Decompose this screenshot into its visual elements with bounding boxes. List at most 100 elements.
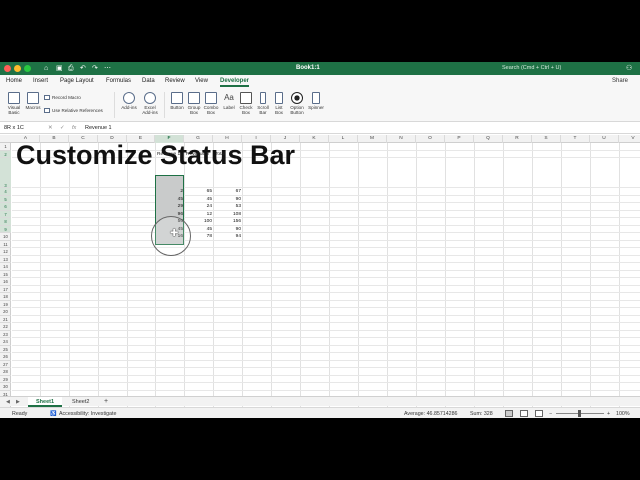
row-header-19[interactable]: 19 [0,301,11,308]
list-box-control[interactable]: List Box [272,92,286,115]
tab-developer[interactable]: Developer [220,78,250,87]
row-header-18[interactable]: 18 [0,293,11,301]
tab-data[interactable]: Data [142,78,155,84]
page-layout-view-button[interactable] [520,410,528,417]
row-header-11[interactable]: 11 [0,241,11,248]
row-header-16[interactable]: 16 [0,278,11,286]
excel-add-ins-button[interactable]: Excel Add-ins [140,92,160,115]
row-header-7[interactable]: 7 [0,210,11,218]
tab-home[interactable]: Home [6,78,22,84]
zoom-out-button[interactable]: − [549,411,552,417]
row-header-14[interactable]: 14 [0,263,11,271]
people-icon[interactable]: ⚇ [626,64,632,72]
redo-icon[interactable]: ↷ [92,64,98,73]
zoom-level[interactable]: 100% [616,411,630,417]
header-cell-revenue-2[interactable]: Revenue 2 [186,152,214,158]
undo-icon[interactable]: ↶ [80,64,86,73]
column-header-k[interactable]: K [300,135,329,143]
row-header-8[interactable]: 8 [0,218,11,226]
normal-view-button[interactable] [505,410,513,417]
row-header-17[interactable]: 17 [0,286,11,293]
status-bar[interactable]: Ready ♿ Accessibility: Investigate Avera… [0,407,640,418]
zoom-slider-thumb[interactable] [578,410,581,417]
accessibility-status[interactable]: Accessibility: Investigate [59,411,116,417]
enter-icon[interactable]: ✓ [60,125,65,131]
row-header-10[interactable]: 10 [0,233,11,241]
revenue-2-cell[interactable]: 12 [184,212,212,218]
visual-basic-button[interactable]: Visual Basic [4,92,24,115]
tab-formulas[interactable]: Formulas [106,78,131,84]
row-header-25[interactable]: 25 [0,346,11,353]
column-header-q[interactable]: Q [474,135,503,143]
revenue-2-cell[interactable]: 24 [184,204,212,210]
column-header-u[interactable]: U [590,135,619,143]
worksheet-grid[interactable]: ABCDEFGHIJKLMNOPQRSTUV 1 2 3 4 5 6 7 8 9 10 11 12 13… [0,135,640,418]
row-header-28[interactable]: 28 [0,368,11,376]
column-header-n[interactable]: N [387,135,416,143]
label-control[interactable]: Aa Label [221,92,237,110]
group-box-control[interactable]: Group Box [186,92,202,115]
revenue-2-cell[interactable]: 65 [184,189,212,195]
column-header-p[interactable]: P [445,135,474,143]
button-control[interactable]: Button [168,92,186,110]
next-sheet-icon[interactable]: ▶ [16,399,20,405]
search-box[interactable]: Search (Cmd + Ctrl + U) [502,65,561,71]
more-icon[interactable]: ⋯ [104,64,111,73]
row-header-15[interactable]: 15 [0,271,11,278]
tab-insert[interactable]: Insert [33,78,48,84]
total-cell[interactable]: 90 [213,227,241,233]
row-header-5[interactable]: 5 [0,195,11,203]
revenue-2-cell[interactable]: 100 [184,219,212,225]
revenue-2-cell[interactable]: 45 [184,197,212,203]
sheet-tab-sheet2[interactable]: Sheet2 [64,397,97,407]
cancel-icon[interactable]: ✕ [48,125,53,131]
record-macro-button[interactable]: Record Macro [44,95,81,101]
row-header-27[interactable]: 27 [0,361,11,368]
minimize-window-button[interactable] [14,65,21,72]
row-header-1[interactable]: 1 [0,143,11,151]
save-icon[interactable]: ▣ [56,64,63,73]
insert-function-icon[interactable]: fx [72,125,76,131]
check-box-control[interactable]: Check Box [238,92,254,115]
formula-input[interactable]: Revenue 1 [85,125,112,131]
revenue-1-cell[interactable]: 29 [155,204,183,210]
tab-review[interactable]: Review [165,78,185,84]
page-break-view-button[interactable] [535,410,543,417]
spinner-control[interactable]: Spinner [307,92,325,110]
row-header-29[interactable]: 29 [0,376,11,383]
tab-page-layout[interactable]: Page Layout [60,78,94,84]
total-cell[interactable]: 67 [213,189,241,195]
revenue-1-cell[interactable]: 45 [155,197,183,203]
relative-references-button[interactable]: Use Relative References [44,108,103,114]
total-cell[interactable]: 94 [213,234,241,240]
zoom-in-button[interactable]: + [607,411,610,417]
row-header-26[interactable]: 26 [0,353,11,361]
column-header-r[interactable]: R [503,135,532,143]
row-header-6[interactable]: 6 [0,203,11,211]
header-cell-revenue-1[interactable]: Revenue 1 [157,152,185,158]
tab-view[interactable]: View [195,78,208,84]
header-cell-total[interactable]: Total [215,152,243,158]
row-header-30[interactable]: 30 [0,383,11,391]
total-cell[interactable]: 53 [213,204,241,210]
scroll-bar-control[interactable]: Scroll Bar [256,92,270,115]
row-header-2[interactable]: 2 [0,150,11,158]
column-header-m[interactable]: M [358,135,387,143]
row-header-20[interactable]: 20 [0,308,11,316]
row-header-9[interactable]: 9 [0,225,11,233]
row-header-23[interactable]: 23 [0,331,11,338]
accessibility-icon[interactable]: ♿ [50,411,57,417]
row-header-12[interactable]: 12 [0,248,11,256]
column-header-v[interactable]: V [619,135,640,143]
print-icon[interactable]: ⎙ [68,64,74,73]
combo-box-control[interactable]: Combo Box [203,92,219,115]
row-header-21[interactable]: 21 [0,316,11,323]
close-window-button[interactable] [4,65,11,72]
row-header-13[interactable]: 13 [0,256,11,263]
option-button-control[interactable]: Option Button [288,92,306,115]
home-icon[interactable]: ⌂ [44,64,48,73]
sheet-tab-sheet1[interactable]: Sheet1 [28,397,63,407]
column-header-t[interactable]: T [561,135,590,143]
total-cell[interactable]: 156 [213,219,241,225]
add-ins-button[interactable]: Add-ins [118,92,140,110]
